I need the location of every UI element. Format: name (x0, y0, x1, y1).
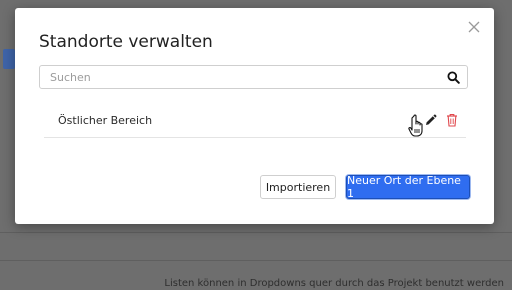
new-location-button[interactable]: Neuer Ort der Ebene 1 (346, 174, 470, 200)
background-divider (0, 232, 512, 233)
list-item[interactable]: Östlicher Bereich (44, 106, 466, 138)
close-button[interactable] (467, 20, 481, 34)
locations-list: Östlicher Bereich (44, 106, 466, 138)
dialog-title: Standorte verwalten (39, 32, 213, 52)
search-field[interactable] (39, 65, 468, 89)
import-button[interactable]: Importieren (260, 175, 336, 199)
search-icon[interactable] (447, 71, 460, 84)
background-accent-button (3, 49, 15, 69)
list-item-label: Östlicher Bereich (58, 114, 153, 127)
trash-icon[interactable] (446, 113, 458, 127)
pencil-icon[interactable] (424, 114, 437, 127)
background-footnote: Listen können in Dropdowns quer durch da… (164, 278, 504, 289)
close-icon (468, 21, 480, 33)
background-divider (0, 260, 512, 261)
locations-dialog: Standorte verwalten Östlicher Bereich (15, 8, 494, 224)
search-input[interactable] (40, 66, 445, 88)
